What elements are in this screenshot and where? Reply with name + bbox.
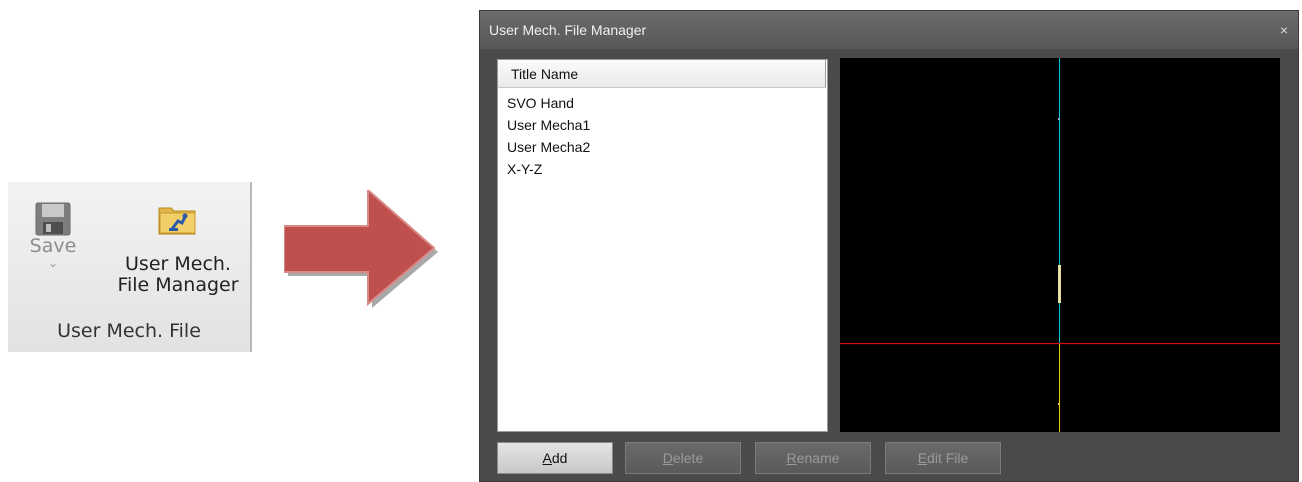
folder-robot-icon <box>158 207 196 235</box>
edit-file-label: dit File <box>927 450 969 466</box>
edit-file-mnemonic: E <box>917 450 928 466</box>
dialog-titlebar[interactable]: User Mech. File Manager × <box>480 11 1298 49</box>
list-item[interactable]: SVO Hand <box>498 92 827 114</box>
ribbon-group-user-mech-file: Save ⌄ User Mech. File Manager User Mech… <box>8 182 252 352</box>
rename-label: ename <box>796 450 840 466</box>
ribbon-group-label: User Mech. File <box>57 320 201 342</box>
title-name-list[interactable]: Title Name SVO Hand User Mecha1 User Mec… <box>497 59 828 432</box>
rename-button[interactable]: Rename <box>755 442 871 474</box>
add-label: dd <box>551 450 568 466</box>
delete-label: elete <box>672 450 704 466</box>
joint-marker <box>1058 265 1061 303</box>
delete-mnemonic: D <box>662 450 673 466</box>
save-dropdown-chevron-icon[interactable]: ⌄ <box>28 257 78 269</box>
list-item[interactable]: User Mecha1 <box>498 114 827 136</box>
save-label: Save <box>29 235 77 257</box>
user-mech-file-manager-dialog: User Mech. File Manager × Title Name SVO… <box>479 10 1299 482</box>
right-arrow-icon <box>284 190 438 308</box>
floppy-disk-icon <box>35 202 71 236</box>
list-item[interactable]: User Mecha2 <box>498 136 827 158</box>
joint-marker <box>1058 118 1060 120</box>
user-mech-file-manager-label-line1: User Mech. <box>125 253 231 275</box>
dialog-title: User Mech. File Manager <box>489 22 647 38</box>
close-icon[interactable]: × <box>1280 11 1288 49</box>
user-mech-file-manager-button[interactable]: User Mech. File Manager <box>108 202 248 296</box>
column-header-title-name[interactable]: Title Name <box>498 60 826 88</box>
add-button[interactable]: Add <box>497 442 613 474</box>
list-item[interactable]: X-Y-Z <box>498 158 827 180</box>
rename-mnemonic: R <box>786 450 797 466</box>
delete-button[interactable]: Delete <box>625 442 741 474</box>
joint-marker <box>1058 403 1060 405</box>
save-button[interactable]: Save ⌄ <box>28 202 78 269</box>
user-mech-file-manager-label-line2: File Manager <box>117 274 239 296</box>
mechanism-preview-viewport[interactable] <box>840 58 1280 432</box>
edit-file-button[interactable]: Edit File <box>885 442 1001 474</box>
add-mnemonic: A <box>542 450 552 466</box>
